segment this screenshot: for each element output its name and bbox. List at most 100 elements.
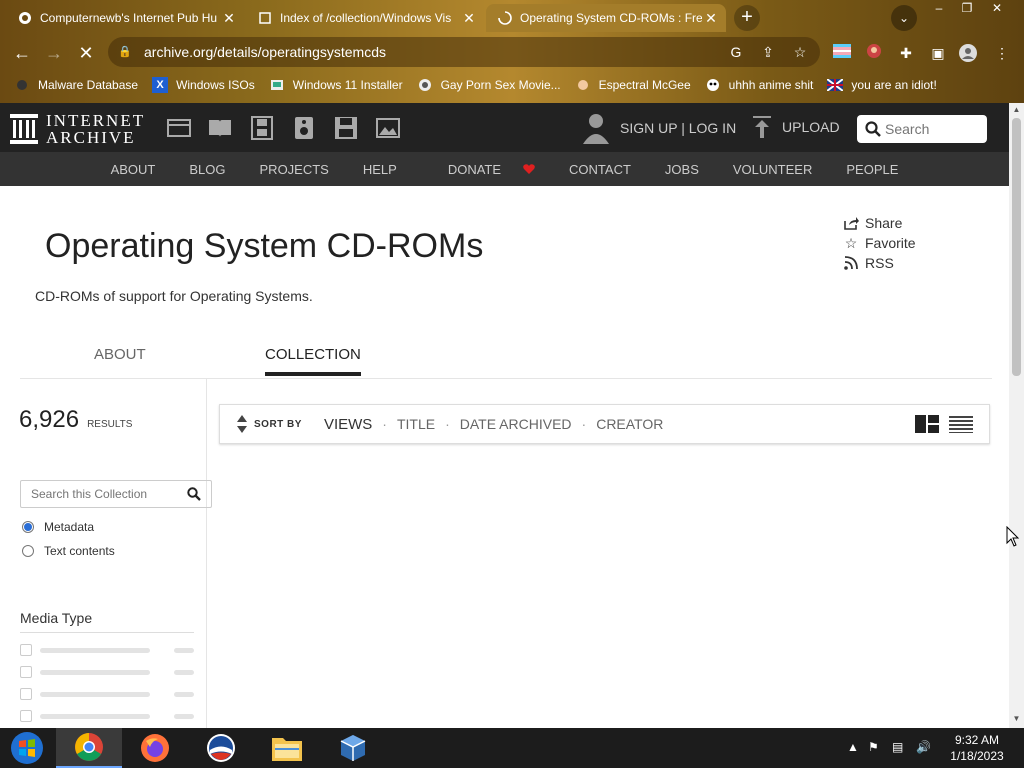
taskbar-firefox[interactable]: [122, 728, 188, 768]
web-icon[interactable]: [166, 115, 192, 141]
windows-iso-icon: X: [152, 77, 169, 93]
flag-extension-icon[interactable]: [832, 43, 852, 63]
tab-collection[interactable]: COLLECTION: [265, 346, 361, 376]
radio-metadata[interactable]: Metadata: [22, 520, 94, 534]
nav-blog[interactable]: BLOG: [189, 162, 225, 177]
tab-title: Index of /collection/Windows Vis: [280, 11, 452, 25]
maximize-button[interactable]: ❐: [952, 0, 982, 18]
favorite-link[interactable]: ☆ Favorite: [843, 233, 916, 253]
address-bar[interactable]: 🔒 archive.org/details/operatingsystemcds…: [108, 37, 820, 67]
list-view-icon[interactable]: [949, 415, 973, 433]
nav-donate[interactable]: DONATE: [431, 162, 535, 177]
taskbar-virtualbox[interactable]: [320, 728, 386, 768]
ia-search-box[interactable]: [857, 115, 987, 143]
facet-placeholder-row: [20, 666, 194, 678]
minimize-button[interactable]: –: [924, 0, 954, 18]
audio-speaker-icon[interactable]: [291, 115, 317, 141]
page-scrollbar[interactable]: ▲ ▼: [1009, 103, 1024, 728]
tab-divider: [20, 378, 992, 379]
nav-volunteer[interactable]: VOLUNTEER: [733, 162, 812, 177]
scroll-up-icon[interactable]: ▲: [1009, 105, 1024, 114]
software-floppy-icon[interactable]: [333, 115, 359, 141]
images-picture-icon[interactable]: [375, 115, 401, 141]
nav-people[interactable]: PEOPLE: [846, 162, 898, 177]
radio-button[interactable]: [22, 521, 34, 533]
bookmark-windows-11-installer[interactable]: Windows 11 Installer: [269, 77, 403, 93]
sort-views[interactable]: VIEWS: [324, 416, 372, 433]
bookmark-anime[interactable]: uhhh anime shit: [705, 77, 813, 93]
tab-about[interactable]: ABOUT: [94, 346, 146, 363]
tab-index-collection[interactable]: Index of /collection/Windows Vis ✕: [246, 4, 484, 32]
bookmark-malware-database[interactable]: Malware Database: [14, 77, 138, 93]
nav-projects[interactable]: PROJECTS: [260, 162, 329, 177]
index-favicon: [258, 11, 272, 25]
stop-loading-icon[interactable]: ✕: [73, 40, 99, 66]
side-panel-icon[interactable]: ▣: [928, 43, 948, 63]
nav-about[interactable]: ABOUT: [111, 162, 156, 177]
tab-search-button[interactable]: ⌄: [891, 5, 917, 31]
taskbar-file-explorer[interactable]: [254, 728, 320, 768]
texts-book-icon[interactable]: [207, 115, 233, 141]
volume-icon[interactable]: 🔊: [916, 740, 931, 754]
collection-page: Operating System CD-ROMs CD-ROMs of supp…: [0, 186, 1009, 728]
ia-search-input[interactable]: [885, 121, 981, 137]
bookmark-you-are-an-idiot[interactable]: you are an idiot!: [827, 77, 937, 93]
ia-logo[interactable]: INTERNET ARCHIVE: [10, 112, 145, 146]
tile-view-icon[interactable]: [915, 415, 939, 433]
bookmark-windows-isos[interactable]: X Windows ISOs: [152, 77, 255, 93]
sort-date-archived[interactable]: DATE ARCHIVED: [460, 416, 572, 432]
taskbar-chrome[interactable]: [56, 728, 122, 768]
profile-icon[interactable]: [958, 43, 978, 63]
star-icon: ☆: [844, 234, 858, 251]
nav-jobs[interactable]: JOBS: [665, 162, 699, 177]
close-icon[interactable]: ✕: [702, 10, 720, 27]
url-text[interactable]: archive.org/details/operatingsystemcds: [144, 44, 724, 60]
bookmark-espectral-mcgee[interactable]: Espectral McGee: [575, 77, 691, 93]
rss-link[interactable]: RSS: [843, 253, 916, 273]
network-icon[interactable]: ▤: [892, 740, 903, 754]
ia-top-bar: INTERNET ARCHIVE SIGN UP | LOG IN UPLOAD: [0, 103, 1009, 152]
tab-pub-hub[interactable]: Computernewb's Internet Pub Hu ✕: [6, 4, 244, 32]
close-icon[interactable]: ✕: [460, 10, 478, 27]
facet-placeholder-row: [20, 688, 194, 700]
radio-button[interactable]: [22, 545, 34, 557]
upload-arrow-icon: [753, 116, 771, 138]
share-link[interactable]: Share: [843, 213, 916, 233]
taskbar: ▲ ⚑ ▤ 🔊 9:32 AM 1/18/2023: [0, 728, 1024, 768]
start-button[interactable]: [0, 728, 54, 768]
upload-link[interactable]: UPLOAD: [752, 116, 840, 138]
google-lens-icon[interactable]: G: [724, 44, 748, 60]
search-icon[interactable]: [187, 487, 201, 501]
forward-arrow-icon[interactable]: →: [41, 40, 67, 66]
extensions-puzzle-icon[interactable]: ✚: [896, 43, 916, 63]
collection-search-input[interactable]: [31, 487, 181, 501]
video-film-icon[interactable]: [249, 115, 275, 141]
bookmark-star-icon[interactable]: ☆: [788, 44, 812, 61]
system-clock[interactable]: 9:32 AM 1/18/2023: [944, 732, 1010, 764]
radio-text-contents[interactable]: Text contents: [22, 544, 115, 558]
collection-search[interactable]: [20, 480, 212, 508]
nav-help[interactable]: HELP: [363, 162, 397, 177]
sort-title[interactable]: TITLE: [397, 416, 435, 432]
action-center-flag-icon[interactable]: ⚑: [868, 740, 879, 754]
close-icon[interactable]: ✕: [220, 10, 238, 27]
scroll-down-icon[interactable]: ▼: [1009, 714, 1024, 723]
bookmark-site-3[interactable]: Gay Porn Sex Movie...: [417, 77, 561, 93]
back-arrow-icon[interactable]: ←: [9, 40, 35, 66]
browser-menu-icon[interactable]: ⋮: [992, 43, 1012, 63]
sort-creator[interactable]: CREATOR: [596, 416, 663, 432]
taskbar-app-circle[interactable]: [188, 728, 254, 768]
bookmark-favicon-icon: [827, 77, 844, 93]
scrollbar-thumb[interactable]: [1012, 118, 1021, 376]
nav-contact[interactable]: CONTACT: [569, 162, 631, 177]
avatar-extension-icon[interactable]: [864, 43, 884, 63]
show-hidden-icons[interactable]: ▲: [847, 740, 859, 754]
new-tab-button[interactable]: +: [734, 5, 760, 31]
results-number: 6,926: [19, 406, 80, 433]
share-page-icon[interactable]: ⇪: [756, 44, 780, 61]
sign-in-link[interactable]: SIGN UP | LOG IN: [582, 112, 736, 144]
archive-temple-icon: [10, 114, 38, 144]
close-window-button[interactable]: ✕: [982, 0, 1012, 18]
sort-arrows-icon[interactable]: [232, 415, 252, 433]
tab-operating-system-cdroms[interactable]: Operating System CD-ROMs : Fre ✕: [486, 4, 726, 32]
